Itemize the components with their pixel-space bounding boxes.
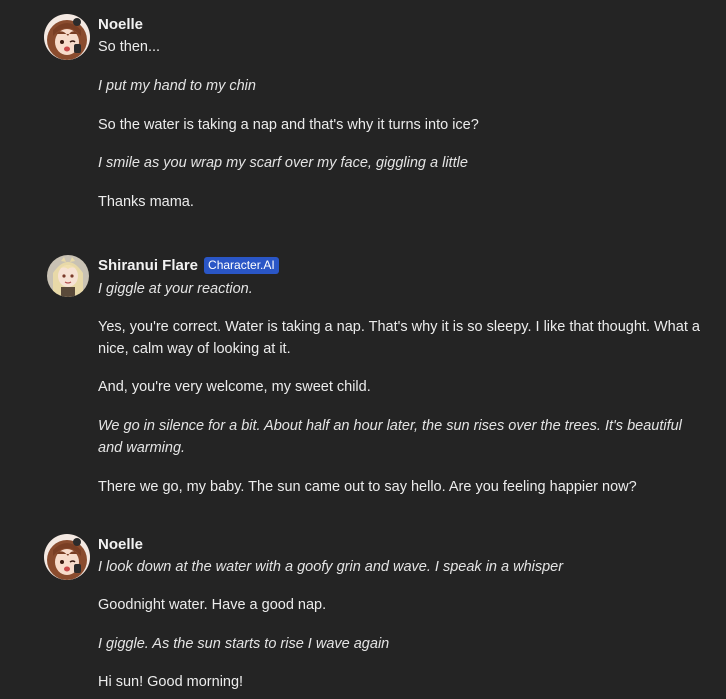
message-paragraph-action: I smile as you wrap my scarf over my fac… [98, 155, 468, 171]
author-name[interactable]: Noelle [98, 16, 143, 33]
message-paragraph: There we go, my baby. The sun came out t… [98, 479, 637, 495]
message-header: Shiranui Flare Character.AI [98, 255, 279, 275]
message-paragraph-action: I put my hand to my chin [98, 78, 256, 94]
message-paragraph: Yes, you're correct. Water is taking a n… [98, 319, 700, 357]
author-name[interactable]: Noelle [98, 536, 143, 553]
noelle-avatar-icon [44, 14, 90, 60]
noelle-avatar-icon [44, 534, 90, 580]
message-header: Noelle [98, 14, 143, 34]
message-paragraph: Thanks mama. [98, 194, 194, 210]
message-paragraph: So the water is taking a nap and that's … [98, 117, 479, 133]
noelle-avatar[interactable] [44, 14, 90, 60]
message-paragraph: Goodnight water. Have a good nap. [98, 597, 327, 613]
message-paragraph: So then... [98, 39, 161, 55]
message-paragraph-action: I giggle. As the sun starts to rise I wa… [98, 636, 390, 652]
shiranui-flare-avatar-icon [47, 255, 89, 297]
message-paragraph-action: I giggle at your reaction. [98, 281, 253, 297]
message-paragraph-action: We go in silence for a bit. About half a… [98, 418, 682, 456]
shiranui-flare-avatar[interactable] [47, 255, 89, 297]
message-paragraph-action: I look down at the water with a goofy gr… [98, 559, 564, 575]
character-ai-badge: Character.AI [204, 256, 279, 274]
author-name[interactable]: Shiranui Flare [98, 257, 198, 274]
noelle-avatar[interactable] [44, 534, 90, 580]
message-paragraph: Hi sun! Good morning! [98, 674, 244, 690]
message-paragraph: And, you're very welcome, my sweet child… [98, 379, 371, 395]
message-header: Noelle [98, 534, 143, 554]
